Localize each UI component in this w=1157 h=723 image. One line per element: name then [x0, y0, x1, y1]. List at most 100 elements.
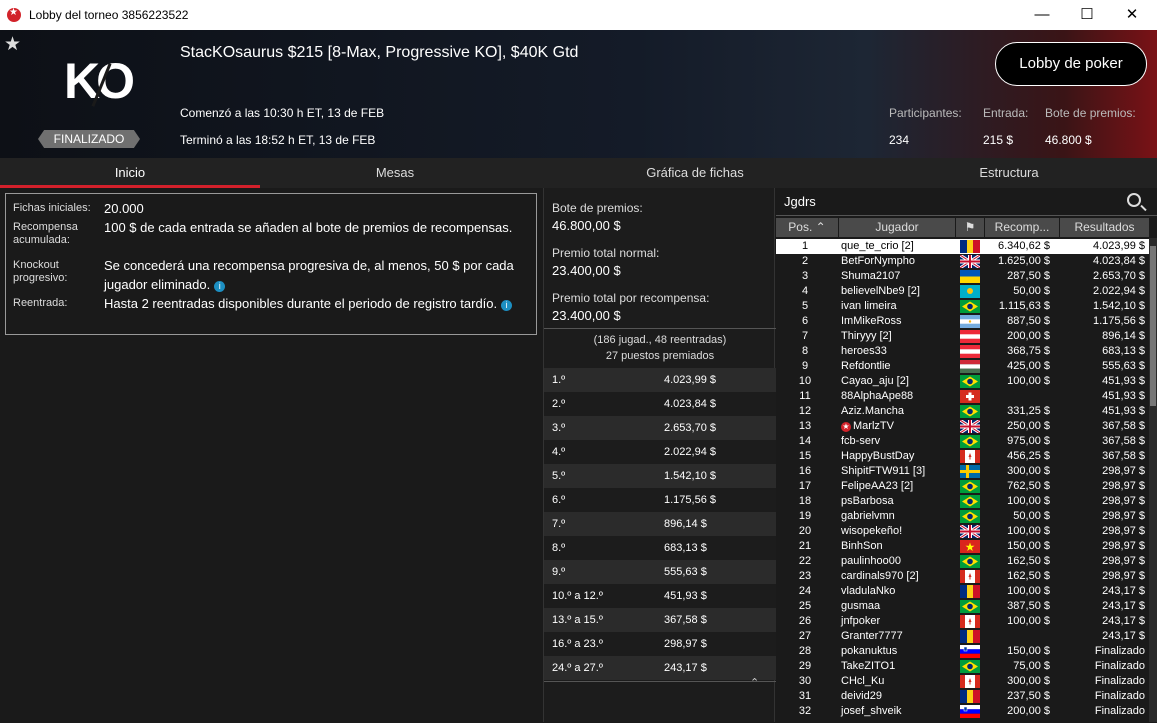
player-row[interactable]: 17 FelipeAA23 [2] 762,50 $ 298,97 $ [776, 479, 1149, 494]
player-row[interactable]: 13 ★ MarlzTV 250,00 $ 367,58 $ [776, 418, 1149, 435]
player-position: 18 [798, 495, 812, 507]
col-pos[interactable]: Pos. ⌃ [776, 218, 838, 237]
tab-mesas[interactable]: Mesas [260, 158, 530, 188]
player-row[interactable]: 6 ImMikeRoss 887,50 $ 1.175,56 $ [776, 314, 1149, 329]
payout-place: 10.º a 12.º [552, 590, 603, 602]
player-row[interactable]: 7 Thiryyy [2] 200,00 $ 896,14 $ [776, 329, 1149, 344]
player-row[interactable]: 16 ShipitFTW911 [3] 300,00 $ 298,97 $ [776, 464, 1149, 479]
bounty-prize-value: 23.400,00 $ [552, 308, 621, 323]
player-result: 243,17 $ [1102, 600, 1145, 612]
favorite-star-icon[interactable]: ★ [4, 33, 21, 56]
player-row[interactable]: 24 vladulaNko 100,00 $ 243,17 $ [776, 584, 1149, 599]
tab-structure[interactable]: Estructura [870, 158, 1148, 188]
player-result: 298,97 $ [1102, 510, 1145, 522]
progressive-ko-value: Se concederá una recompensa progresiva d… [104, 258, 514, 292]
player-name: Refdontlie [841, 360, 891, 372]
player-name-cell: CHcl_Ku [841, 674, 884, 689]
player-row[interactable]: 9 Refdontlie 425,00 $ 555,63 $ [776, 359, 1149, 374]
player-name: gusmaa [841, 600, 881, 612]
scrollbar[interactable] [1149, 238, 1157, 722]
player-row[interactable]: 4 believelNbe9 [2] 50,00 $ 2.022,94 $ [776, 284, 1149, 299]
player-name-cell: TakeZITO1 [841, 659, 895, 674]
player-row[interactable]: 20 wisopekeño! 100,00 $ 298,97 $ [776, 523, 1149, 540]
payout-place: 9.º [552, 566, 566, 578]
col-flag[interactable]: ⚑ [956, 218, 984, 237]
minimize-icon[interactable]: — [1022, 3, 1062, 27]
player-row[interactable]: 10 Cayao_aju [2] 100,00 $ 451,93 $ [776, 374, 1149, 389]
player-name-cell: psBarbosa [841, 494, 894, 509]
payout-amount: 2.653,70 $ [664, 422, 716, 434]
bounty-value: 100 $ de cada entrada se añaden al bote … [104, 220, 513, 235]
player-row[interactable]: 28 pokanuktus 150,00 $ Finalizado [776, 644, 1149, 659]
player-result: 298,97 $ [1102, 570, 1145, 582]
player-name: Shuma2107 [841, 270, 901, 282]
player-row[interactable]: 19 gabrielvmn 50,00 $ 298,97 $ [776, 509, 1149, 524]
close-icon[interactable]: ✕ [1112, 3, 1152, 27]
player-row[interactable]: 14 fcb-serv 975,00 $ 367,58 $ [776, 434, 1149, 449]
player-name: ImMikeRoss [841, 315, 902, 327]
player-name: CHcl_Ku [841, 675, 885, 687]
country-flag-icon [960, 510, 980, 523]
info-icon[interactable]: i [214, 281, 226, 292]
player-name-cell: cardinals970 [2] [841, 569, 919, 584]
player-row[interactable]: 3 Shuma2107 287,50 $ 2.653,70 $ [776, 269, 1149, 284]
player-row[interactable]: 18 psBarbosa 100,00 $ 298,97 $ [776, 494, 1149, 509]
country-flag-icon [960, 630, 980, 643]
player-position: 4 [801, 285, 809, 297]
player-row[interactable]: 27 Granter7777 243,17 $ [776, 629, 1149, 644]
search-icon[interactable] [1127, 193, 1141, 207]
search-input[interactable]: Jgdrs [784, 194, 816, 209]
prize-pool-label: Bote de premios: [1045, 106, 1136, 120]
chevron-up-icon[interactable]: ⌃ [750, 676, 759, 689]
player-row[interactable]: 5 ivan limeira 1.115,63 $ 1.542,10 $ [776, 299, 1149, 314]
tournament-header: ★ KO FINALIZADO StacKOsaurus $215 [8-Max… [0, 30, 1157, 158]
poker-lobby-button[interactable]: Lobby de poker [995, 42, 1147, 86]
maximize-icon[interactable]: ☐ [1067, 3, 1107, 27]
player-bounty: 150,00 $ [1007, 645, 1050, 657]
player-position: 1 [801, 240, 809, 252]
player-row[interactable]: 12 Aziz.Mancha 331,25 $ 451,93 $ [776, 404, 1149, 419]
player-position: 23 [798, 570, 812, 582]
player-name-cell: Thiryyy [2] [841, 329, 892, 344]
player-bounty: 150,00 $ [1007, 540, 1050, 552]
player-row[interactable]: 25 gusmaa 387,50 $ 243,17 $ [776, 599, 1149, 614]
player-row[interactable]: 30 CHcl_Ku 300,00 $ Finalizado [776, 674, 1149, 689]
player-row[interactable]: 1 que_te_crio [2] 6.340,62 $ 4.023,99 $ [776, 239, 1149, 254]
country-flag-icon [960, 435, 980, 448]
tab-inicio[interactable]: Inicio [0, 158, 260, 188]
tab-chip-graph[interactable]: Gráfica de fichas [560, 158, 830, 188]
player-row[interactable]: 29 TakeZITO1 75,00 $ Finalizado [776, 659, 1149, 674]
country-flag-icon [960, 480, 980, 493]
player-row[interactable]: 26 jnfpoker 100,00 $ 243,17 $ [776, 614, 1149, 629]
player-row[interactable]: 15 HappyBustDay 456,25 $ 367,58 $ [776, 449, 1149, 464]
col-bounty[interactable]: Recomp... [985, 218, 1059, 237]
payout-amount: 367,58 $ [664, 614, 707, 626]
player-row[interactable]: 32 josef_shveik 200,00 $ Finalizado [776, 704, 1149, 719]
player-result: 298,97 $ [1102, 555, 1145, 567]
player-position: 21 [798, 540, 812, 552]
country-flag-icon [959, 418, 981, 435]
player-name: Cayao_aju [2] [841, 375, 909, 387]
player-result: 298,97 $ [1102, 525, 1145, 537]
player-row[interactable]: 2 BetForNympho 1.625,00 $ 4.023,84 $ [776, 253, 1149, 270]
player-bounty: 975,00 $ [1007, 435, 1050, 447]
info-icon[interactable]: i [501, 300, 513, 311]
player-position: 17 [798, 480, 812, 492]
col-player[interactable]: Jugador [839, 218, 955, 237]
col-results[interactable]: Resultados [1060, 218, 1149, 237]
player-row[interactable]: 23 cardinals970 [2] 162,50 $ 298,97 $ [776, 569, 1149, 584]
player-row[interactable]: 8 heroes33 368,75 $ 683,13 $ [776, 344, 1149, 359]
player-row[interactable]: 22 paulinhoo00 162,50 $ 298,97 $ [776, 554, 1149, 569]
payout-place: 3.º [552, 422, 566, 434]
player-name-cell: fcb-serv [841, 434, 880, 449]
payout-place: 13.º a 15.º [552, 614, 603, 626]
player-row[interactable]: 21 BinhSon 150,00 $ 298,97 $ [776, 539, 1149, 554]
scrollbar-thumb[interactable] [1150, 246, 1156, 406]
player-result: 243,17 $ [1102, 630, 1145, 642]
player-name: cardinals970 [2] [841, 570, 919, 582]
player-row[interactable]: 11 88AlphaApe88 451,93 $ [776, 389, 1149, 404]
payout-amount: 683,13 $ [664, 542, 707, 554]
player-result: 4.023,99 $ [1093, 240, 1145, 252]
player-name: psBarbosa [841, 495, 894, 507]
player-row[interactable]: 31 deivid29 237,50 $ Finalizado [776, 689, 1149, 704]
